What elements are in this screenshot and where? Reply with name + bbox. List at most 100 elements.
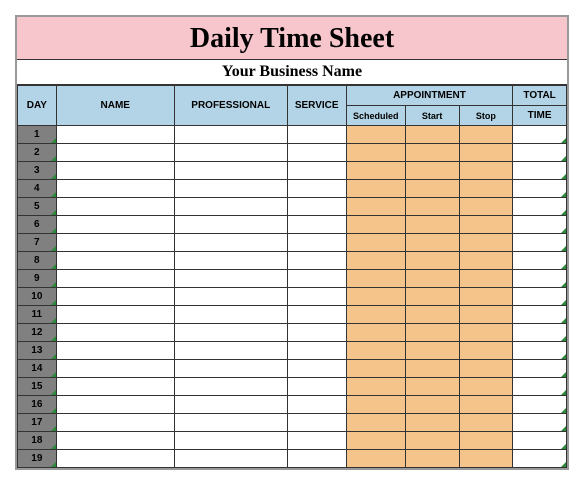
cell-scheduled[interactable]: [346, 396, 405, 414]
cell-time[interactable]: [513, 216, 567, 234]
cell-time[interactable]: [513, 360, 567, 378]
cell-time[interactable]: [513, 270, 567, 288]
cell-time[interactable]: [513, 198, 567, 216]
cell-professional[interactable]: [174, 324, 287, 342]
cell-service[interactable]: [287, 342, 346, 360]
cell-day[interactable]: 7: [18, 234, 57, 252]
cell-start[interactable]: [405, 342, 459, 360]
cell-name[interactable]: [56, 198, 174, 216]
cell-name[interactable]: [56, 234, 174, 252]
cell-service[interactable]: [287, 288, 346, 306]
cell-name[interactable]: [56, 450, 174, 468]
cell-name[interactable]: [56, 180, 174, 198]
cell-service[interactable]: [287, 414, 346, 432]
cell-day[interactable]: 14: [18, 360, 57, 378]
cell-stop[interactable]: [459, 198, 513, 216]
cell-start[interactable]: [405, 414, 459, 432]
cell-day[interactable]: 17: [18, 414, 57, 432]
cell-service[interactable]: [287, 270, 346, 288]
cell-scheduled[interactable]: [346, 378, 405, 396]
cell-service[interactable]: [287, 216, 346, 234]
cell-day[interactable]: 5: [18, 198, 57, 216]
cell-start[interactable]: [405, 126, 459, 144]
cell-professional[interactable]: [174, 306, 287, 324]
cell-time[interactable]: [513, 396, 567, 414]
cell-stop[interactable]: [459, 306, 513, 324]
cell-scheduled[interactable]: [346, 360, 405, 378]
cell-start[interactable]: [405, 198, 459, 216]
cell-start[interactable]: [405, 306, 459, 324]
cell-start[interactable]: [405, 450, 459, 468]
cell-time[interactable]: [513, 450, 567, 468]
cell-stop[interactable]: [459, 324, 513, 342]
cell-service[interactable]: [287, 432, 346, 450]
cell-professional[interactable]: [174, 126, 287, 144]
cell-scheduled[interactable]: [346, 198, 405, 216]
cell-time[interactable]: [513, 342, 567, 360]
cell-scheduled[interactable]: [346, 162, 405, 180]
cell-service[interactable]: [287, 450, 346, 468]
cell-professional[interactable]: [174, 378, 287, 396]
cell-scheduled[interactable]: [346, 126, 405, 144]
cell-start[interactable]: [405, 180, 459, 198]
cell-name[interactable]: [56, 216, 174, 234]
cell-stop[interactable]: [459, 252, 513, 270]
cell-scheduled[interactable]: [346, 324, 405, 342]
cell-start[interactable]: [405, 216, 459, 234]
cell-name[interactable]: [56, 162, 174, 180]
cell-day[interactable]: 1: [18, 126, 57, 144]
cell-service[interactable]: [287, 324, 346, 342]
cell-stop[interactable]: [459, 270, 513, 288]
cell-service[interactable]: [287, 378, 346, 396]
cell-time[interactable]: [513, 306, 567, 324]
cell-stop[interactable]: [459, 288, 513, 306]
cell-name[interactable]: [56, 360, 174, 378]
cell-start[interactable]: [405, 378, 459, 396]
cell-scheduled[interactable]: [346, 252, 405, 270]
cell-scheduled[interactable]: [346, 234, 405, 252]
cell-stop[interactable]: [459, 414, 513, 432]
cell-day[interactable]: 13: [18, 342, 57, 360]
cell-day[interactable]: 4: [18, 180, 57, 198]
cell-name[interactable]: [56, 306, 174, 324]
cell-service[interactable]: [287, 198, 346, 216]
cell-day[interactable]: 11: [18, 306, 57, 324]
cell-name[interactable]: [56, 342, 174, 360]
cell-scheduled[interactable]: [346, 414, 405, 432]
cell-scheduled[interactable]: [346, 144, 405, 162]
cell-stop[interactable]: [459, 360, 513, 378]
cell-scheduled[interactable]: [346, 216, 405, 234]
cell-service[interactable]: [287, 180, 346, 198]
cell-name[interactable]: [56, 270, 174, 288]
cell-stop[interactable]: [459, 396, 513, 414]
cell-day[interactable]: 3: [18, 162, 57, 180]
cell-service[interactable]: [287, 252, 346, 270]
cell-day[interactable]: 16: [18, 396, 57, 414]
cell-service[interactable]: [287, 306, 346, 324]
cell-time[interactable]: [513, 252, 567, 270]
cell-scheduled[interactable]: [346, 450, 405, 468]
cell-name[interactable]: [56, 396, 174, 414]
cell-day[interactable]: 10: [18, 288, 57, 306]
cell-time[interactable]: [513, 162, 567, 180]
cell-stop[interactable]: [459, 180, 513, 198]
cell-professional[interactable]: [174, 342, 287, 360]
cell-start[interactable]: [405, 396, 459, 414]
cell-name[interactable]: [56, 324, 174, 342]
cell-day[interactable]: 19: [18, 450, 57, 468]
cell-time[interactable]: [513, 288, 567, 306]
cell-service[interactable]: [287, 396, 346, 414]
cell-scheduled[interactable]: [346, 432, 405, 450]
cell-start[interactable]: [405, 144, 459, 162]
cell-day[interactable]: 18: [18, 432, 57, 450]
cell-day[interactable]: 12: [18, 324, 57, 342]
cell-service[interactable]: [287, 144, 346, 162]
cell-name[interactable]: [56, 288, 174, 306]
cell-stop[interactable]: [459, 450, 513, 468]
cell-name[interactable]: [56, 378, 174, 396]
cell-professional[interactable]: [174, 414, 287, 432]
cell-time[interactable]: [513, 180, 567, 198]
cell-stop[interactable]: [459, 234, 513, 252]
cell-start[interactable]: [405, 432, 459, 450]
cell-professional[interactable]: [174, 162, 287, 180]
